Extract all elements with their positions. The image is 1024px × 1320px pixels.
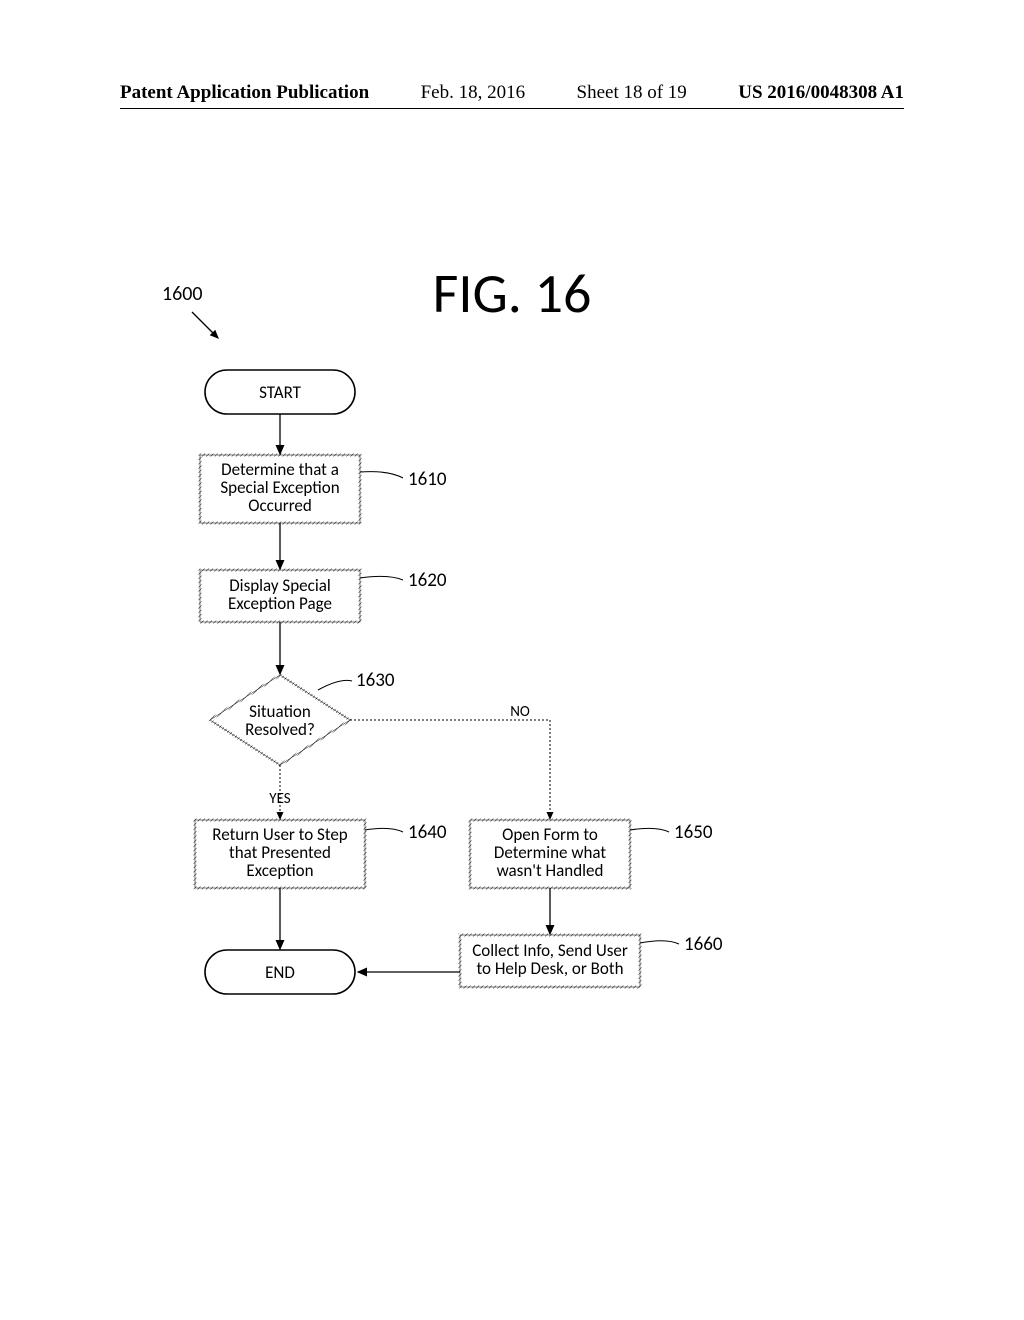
svg-text:Resolved?: Resolved? [245, 719, 315, 740]
figure-overall-ref: 1600 [162, 282, 203, 306]
ref-1650: 1650 [674, 821, 713, 844]
no-label: NO [510, 703, 530, 721]
start-label: START [259, 382, 302, 403]
publication-label: Patent Application Publication [120, 82, 369, 104]
header-rule [120, 108, 904, 109]
ref-1640: 1640 [408, 821, 447, 844]
ref-1660: 1660 [684, 933, 723, 956]
yes-label: YES [269, 790, 290, 808]
ref-arrow-1600 [188, 308, 230, 350]
node-1640: Return User to Step that Presented Excep… [195, 820, 365, 888]
svg-text:Exception: Exception [246, 860, 313, 881]
svg-text:Occurred: Occurred [248, 495, 312, 516]
ref-1620: 1620 [408, 569, 447, 592]
sheet-number: Sheet 18 of 19 [577, 82, 687, 104]
svg-text:to Help Desk, or Both: to Help Desk, or Both [476, 958, 623, 979]
node-1620: Display Special Exception Page [200, 570, 360, 622]
flowchart: START Determine that a Special Exception… [120, 360, 880, 1060]
node-start: START [205, 370, 355, 414]
end-label: END [265, 962, 295, 983]
page-header: Patent Application Publication Feb. 18, … [0, 82, 1024, 104]
figure-title: FIG. 16 [0, 260, 1024, 328]
node-1630: Situation Resolved? [210, 675, 350, 765]
patent-number: US 2016/0048308 A1 [738, 82, 904, 104]
node-end: END [205, 950, 355, 994]
node-1660: Collect Info, Send User to Help Desk, or… [460, 935, 640, 987]
node-1650: Open Form to Determine what wasn't Handl… [470, 820, 630, 888]
node-1610: Determine that a Special Exception Occur… [200, 455, 360, 523]
svg-text:Exception Page: Exception Page [228, 593, 332, 614]
ref-1610: 1610 [408, 468, 447, 491]
publication-date: Feb. 18, 2016 [421, 82, 526, 104]
ref-1630: 1630 [356, 669, 395, 692]
svg-text:wasn't Handled: wasn't Handled [497, 860, 604, 881]
